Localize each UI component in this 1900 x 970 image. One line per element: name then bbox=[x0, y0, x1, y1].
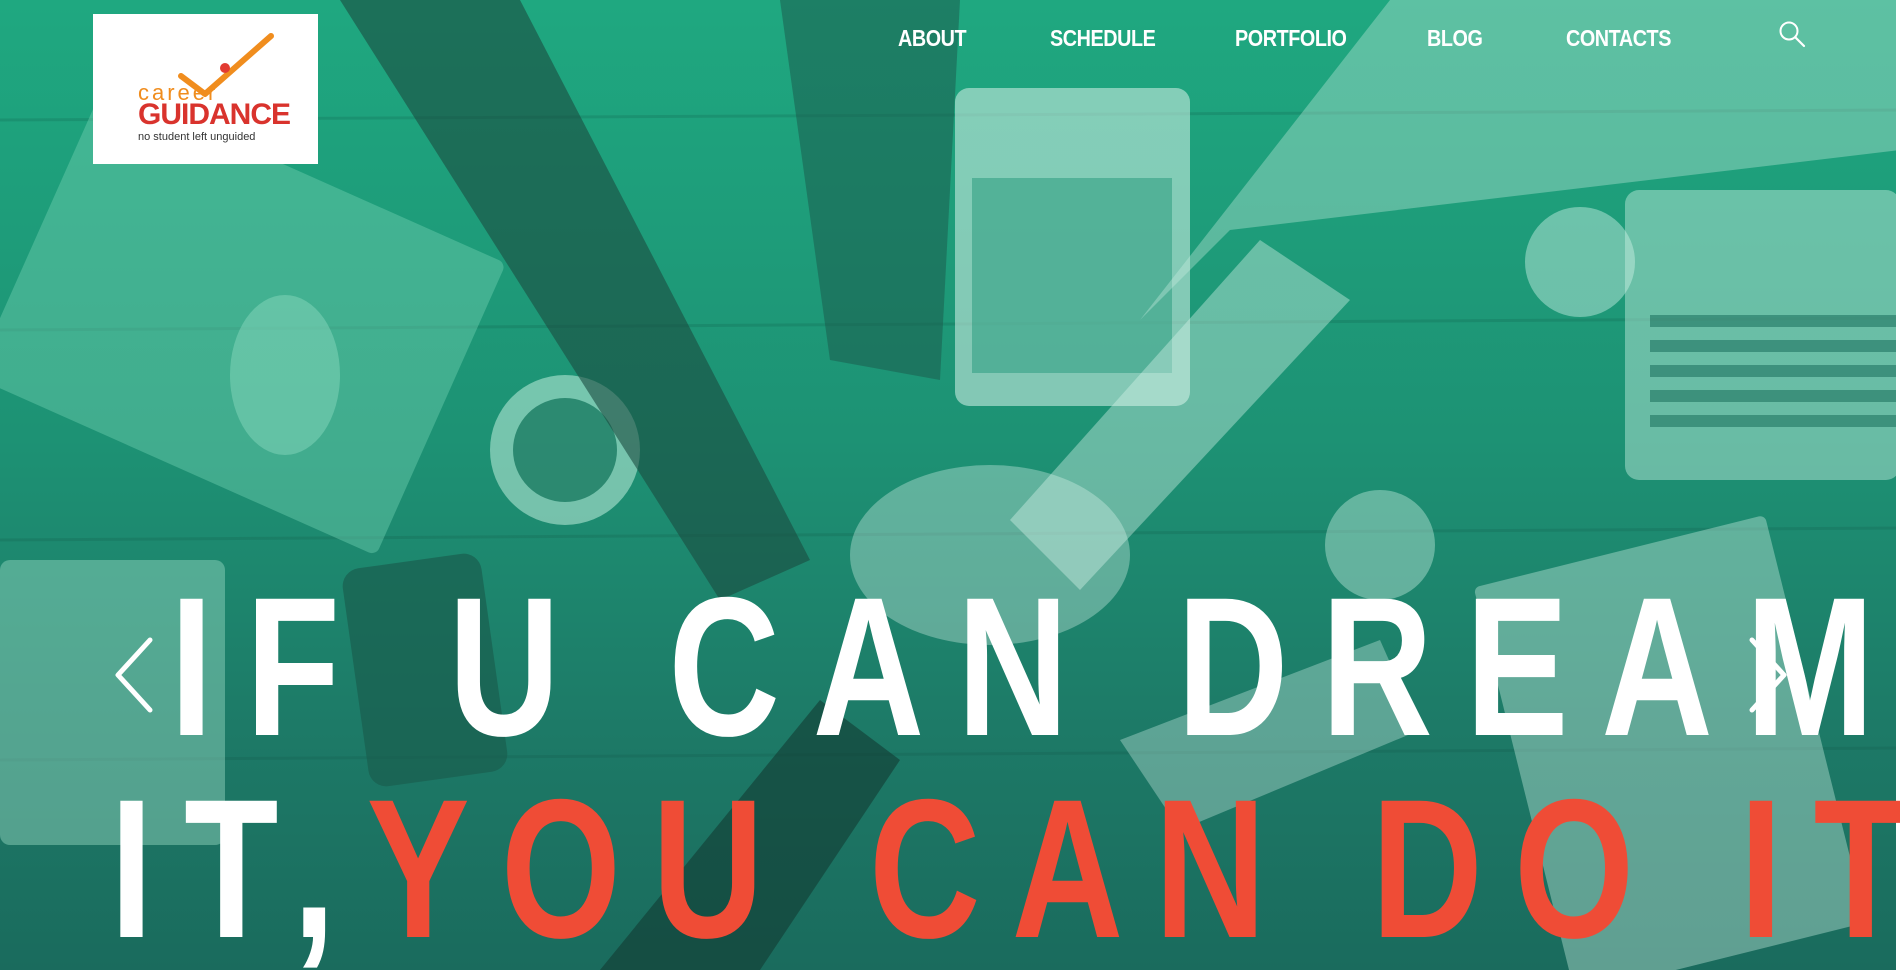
slider-next-button[interactable] bbox=[1742, 630, 1792, 720]
nav-item-portfolio[interactable]: PORTFOLIO bbox=[1235, 18, 1347, 58]
search-icon bbox=[1779, 21, 1806, 48]
hero-headline-white: IT, bbox=[110, 758, 367, 970]
chevron-left-icon bbox=[115, 637, 153, 713]
logo-tagline: no student left unguided bbox=[138, 131, 255, 143]
main-nav: ABOUT SCHEDULE PORTFOLIO BLOG CONTACTS bbox=[0, 18, 1900, 58]
nav-item-about[interactable]: ABOUT bbox=[898, 18, 967, 58]
nav-item-blog[interactable]: BLOG bbox=[1427, 18, 1483, 58]
nav-item-schedule[interactable]: SCHEDULE bbox=[1050, 18, 1156, 58]
hero-headline-accent: YOU CAN DO IT bbox=[366, 758, 1900, 970]
slider-prev-button[interactable] bbox=[110, 630, 160, 720]
hero-headline-line1: IF U CAN DREAM bbox=[170, 556, 1900, 777]
search-button[interactable] bbox=[1777, 19, 1807, 49]
nav-item-contacts[interactable]: CONTACTS bbox=[1566, 18, 1671, 58]
hero-headline-line2: IT,YOU CAN DO IT bbox=[110, 770, 1900, 968]
chevron-right-icon bbox=[1749, 637, 1787, 713]
logo-word-main: GUIDANCE bbox=[138, 98, 290, 131]
